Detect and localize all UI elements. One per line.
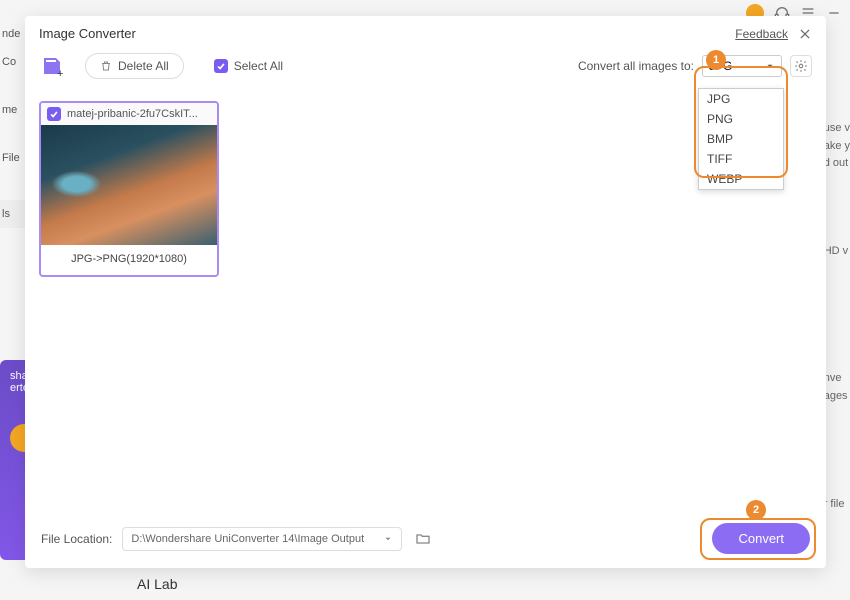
select-all-checkbox[interactable]: Select All: [214, 59, 283, 73]
select-all-label: Select All: [234, 59, 283, 73]
trash-icon: [100, 60, 112, 72]
file-location-value: D:\Wondershare UniConverter 14\Image Out…: [131, 533, 364, 545]
image-filename: matej-pribanic-2fu7CskIT...: [67, 108, 198, 120]
chevron-down-icon: [765, 61, 775, 71]
minimize-icon[interactable]: [826, 5, 842, 21]
close-icon[interactable]: [798, 27, 812, 41]
image-thumbnail: [41, 125, 217, 245]
bg-right-fragment: use v ake y d out HD v nve ages r file: [824, 120, 850, 513]
file-location-select[interactable]: D:\Wondershare UniConverter 14\Image Out…: [122, 527, 402, 551]
delete-all-label: Delete All: [118, 59, 169, 73]
svg-text:+: +: [57, 68, 63, 78]
settings-button[interactable]: [790, 55, 812, 77]
format-option[interactable]: WEBP: [699, 169, 783, 189]
checkbox-icon: [214, 59, 228, 73]
open-folder-button[interactable]: [412, 528, 434, 550]
checkbox-icon[interactable]: [47, 107, 61, 121]
add-image-button[interactable]: +: [39, 53, 65, 79]
format-option[interactable]: JPG: [699, 89, 783, 109]
modal-title: Image Converter: [39, 26, 136, 41]
feedback-link[interactable]: Feedback: [735, 27, 788, 41]
convert-button[interactable]: Convert: [712, 523, 810, 554]
tutorial-badge-2: 2: [746, 500, 766, 520]
image-converter-modal: Image Converter Feedback + Delete All Se…: [25, 16, 826, 568]
chevron-down-icon: [383, 534, 393, 544]
file-location-label: File Location:: [41, 532, 112, 546]
folder-icon: [415, 531, 431, 547]
convert-to-label: Convert all images to:: [578, 59, 694, 73]
format-dropdown: JPG PNG BMP TIFF WEBP: [698, 88, 784, 190]
gear-icon: [794, 59, 808, 73]
image-card[interactable]: matej-pribanic-2fu7CskIT... JPG->PNG(192…: [39, 101, 219, 277]
tutorial-badge-1: 1: [706, 50, 726, 70]
format-option[interactable]: TIFF: [699, 149, 783, 169]
format-option[interactable]: PNG: [699, 109, 783, 129]
format-option[interactable]: BMP: [699, 129, 783, 149]
delete-all-button[interactable]: Delete All: [85, 53, 184, 79]
ai-lab-label: AI Lab: [137, 576, 177, 592]
image-caption: JPG->PNG(1920*1080): [41, 245, 217, 275]
bg-sidebar-fragment: nde Co me File ls: [0, 20, 25, 320]
